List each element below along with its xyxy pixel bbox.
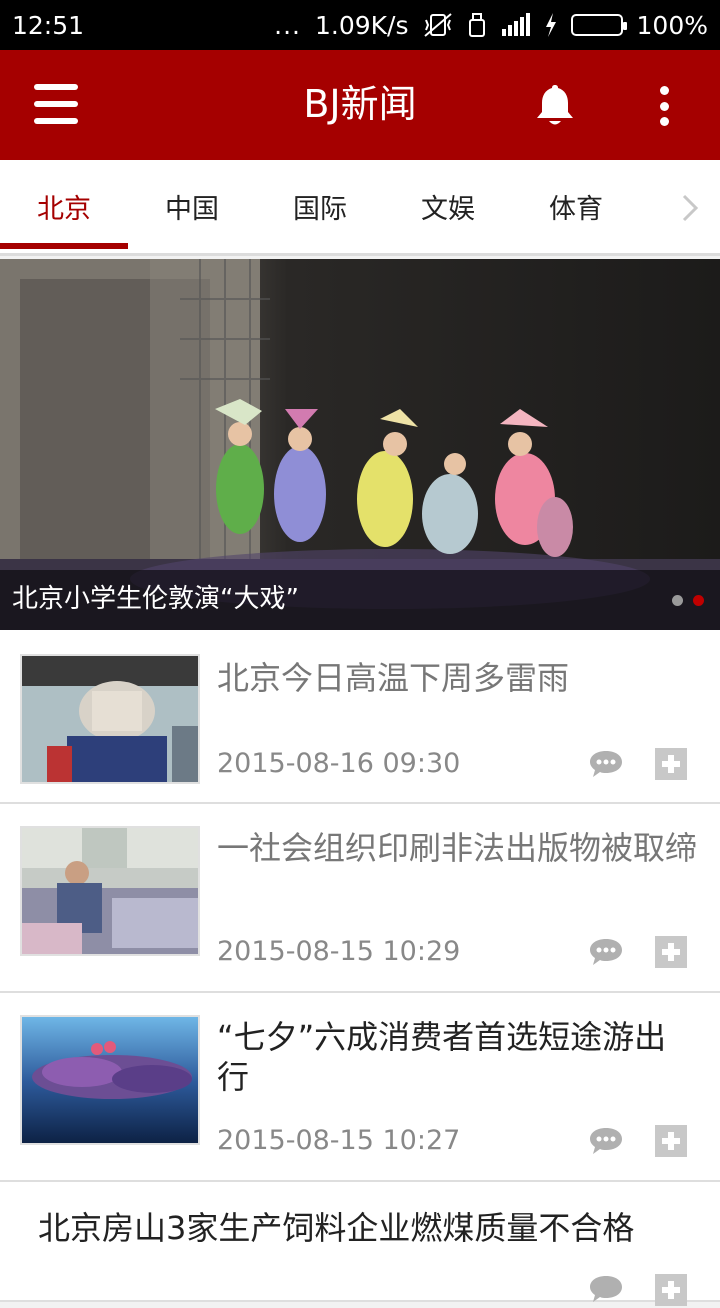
- more-vert-icon[interactable]: [656, 86, 672, 126]
- category-tabs: 北京 中国 国际 文娱 体育: [0, 160, 720, 256]
- news-title: 北京今日高温下周多雷雨: [217, 659, 570, 697]
- news-item[interactable]: 北京今日高温下周多雷雨 2015-08-16 09:30: [0, 630, 720, 804]
- news-title: 北京房山3家生产饲料企业燃煤质量不合格: [38, 1209, 635, 1247]
- chevron-right-icon[interactable]: [678, 190, 702, 226]
- news-thumbnail: [20, 1015, 200, 1145]
- news-item[interactable]: “七夕”六成消费者首选短途游出行 2015-08-15 10:27: [0, 993, 720, 1182]
- status-dots: ...: [274, 10, 301, 40]
- news-date: 2015-08-15 10:29: [217, 936, 461, 967]
- hero-caption: 北京小学生伦敦演“大戏”: [12, 584, 299, 614]
- tab-beijing[interactable]: 北京: [0, 160, 128, 253]
- status-bar: 12:51 ... 1.09K/s 100%: [0, 0, 720, 50]
- sim-icon: [467, 12, 487, 38]
- pager-dot-1: [672, 595, 683, 606]
- add-icon[interactable]: [655, 1125, 687, 1157]
- tab-china[interactable]: 中国: [128, 160, 256, 253]
- add-icon[interactable]: [655, 748, 687, 780]
- hero-banner[interactable]: 北京小学生伦敦演“大戏”: [0, 259, 720, 630]
- signal-icon: [501, 13, 531, 37]
- battery-icon: [570, 14, 627, 36]
- network-speed: 1.09K/s: [315, 10, 409, 40]
- comment-icon[interactable]: [588, 749, 624, 779]
- comment-icon[interactable]: [588, 1126, 624, 1156]
- news-date: 2015-08-15 10:27: [217, 1125, 461, 1156]
- news-date: 2015-08-16 09:30: [217, 748, 461, 779]
- comment-icon[interactable]: [588, 937, 624, 967]
- battery-percent: 100%: [636, 10, 708, 40]
- tab-entertainment[interactable]: 文娱: [384, 160, 512, 253]
- app-title: BJ新闻: [303, 82, 417, 126]
- status-time: 12:51: [12, 10, 85, 40]
- charging-icon: [545, 13, 557, 37]
- tab-sports[interactable]: 体育: [512, 160, 640, 253]
- tab-international[interactable]: 国际: [256, 160, 384, 253]
- news-item[interactable]: 北京房山3家生产饲料企业燃煤质量不合格: [0, 1182, 720, 1306]
- vibrate-off-icon: [423, 12, 453, 38]
- pager-dot-2: [693, 595, 704, 606]
- news-title: 一社会组织印刷非法出版物被取缔: [217, 829, 698, 867]
- comment-icon[interactable]: [588, 1274, 624, 1304]
- news-thumbnail: [20, 826, 200, 956]
- news-title: “七夕”六成消费者首选短途游出行: [217, 1018, 667, 1096]
- bell-icon[interactable]: [533, 82, 577, 128]
- add-icon[interactable]: [655, 936, 687, 968]
- add-icon[interactable]: [655, 1274, 687, 1306]
- news-thumbnail: [20, 654, 200, 784]
- news-item[interactable]: 一社会组织印刷非法出版物被取缔 2015-08-15 10:29: [0, 804, 720, 993]
- app-bar: BJ新闻: [0, 50, 720, 160]
